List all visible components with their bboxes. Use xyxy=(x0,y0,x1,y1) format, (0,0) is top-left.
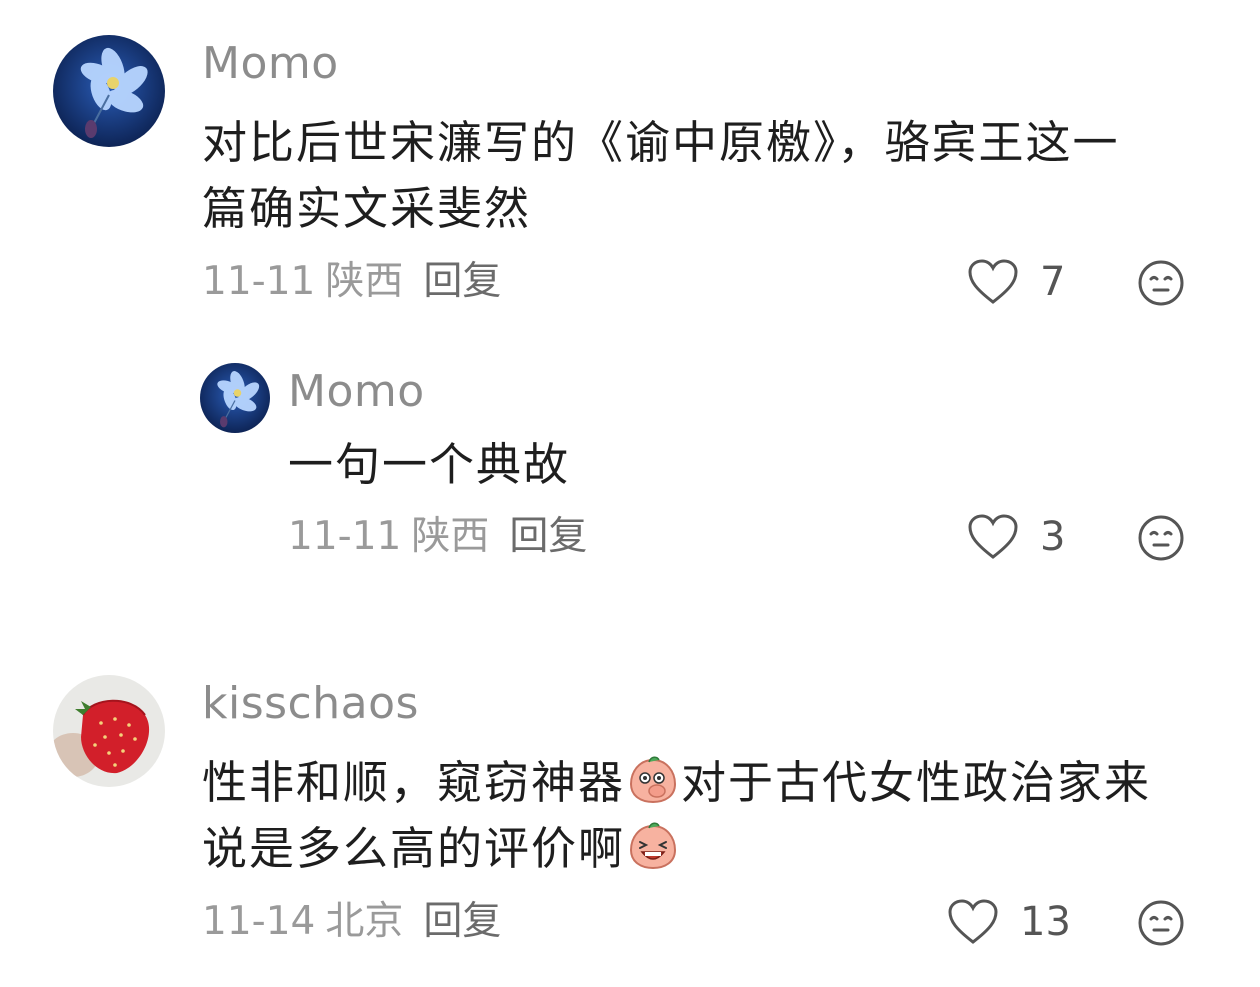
comment-text-line: 性非和顺，窥窃神器 对于古代女性政治家来 xyxy=(202,756,1151,809)
comment-text-segment: 对于古代女性政治家来 xyxy=(681,756,1152,809)
comment-text: 一句一个典故 xyxy=(288,432,1188,498)
comment-item: kisschaos 性非和顺，窥窃神器 对于古代女性政治家来 说是多么高的评价啊… xyxy=(0,660,1260,987)
peach-cover-mouth-emoji xyxy=(627,754,679,806)
comment-location: 陕西 xyxy=(325,259,404,304)
comment-item: Momo 对比后世宋濂写的《谕中原檄》，骆宾王这一 篇确实文采斐然 11-11 … xyxy=(0,0,1260,320)
like-button[interactable]: 13 xyxy=(948,898,1071,946)
avatar[interactable] xyxy=(200,363,270,433)
neutral-face-icon[interactable] xyxy=(1137,899,1185,947)
username[interactable]: Momo xyxy=(202,38,339,90)
comment-meta: 11-11 陕西 回复 xyxy=(202,258,501,306)
comment-location: 陕西 xyxy=(411,514,490,559)
comment-text-line: 一句一个典故 xyxy=(288,438,571,491)
like-count: 13 xyxy=(1020,899,1071,945)
comment-date: 11-14 xyxy=(202,899,316,944)
comment-text-line: 对比后世宋濂写的《谕中原檄》，骆宾王这一 xyxy=(202,116,1120,169)
username[interactable]: Momo xyxy=(288,366,425,418)
reply-comment-item: Momo 一句一个典故 11-11 陕西 回复 3 xyxy=(0,330,1260,590)
heart-outline-icon xyxy=(948,899,998,944)
reply-button[interactable]: 回复 xyxy=(509,513,587,561)
username[interactable]: kisschaos xyxy=(202,678,419,730)
blue-flower-avatar-image xyxy=(200,363,270,433)
reply-button[interactable]: 回复 xyxy=(423,898,501,946)
comment-text-segment: 性非和顺，窥窃神器 xyxy=(202,756,626,809)
comment-meta: 11-14 北京 回复 xyxy=(202,898,501,946)
heart-outline-icon xyxy=(968,259,1018,304)
neutral-face-icon[interactable] xyxy=(1137,514,1185,562)
like-count: 7 xyxy=(1040,259,1066,305)
heart-outline-icon xyxy=(968,514,1018,559)
comment-text-line: 篇确实文采斐然 xyxy=(202,182,532,235)
avatar[interactable] xyxy=(53,675,165,787)
comment-date: 11-11 xyxy=(202,259,316,304)
comment-text: 性非和顺，窥窃神器 对于古代女性政治家来 说是多么高的评价啊 xyxy=(202,750,1242,882)
peach-laughing-emoji xyxy=(627,820,679,872)
strawberry-avatar-image xyxy=(53,675,165,787)
comment-text-segment: 说是多么高的评价啊 xyxy=(202,822,626,875)
comment-text-line: 说是多么高的评价啊 xyxy=(202,822,681,875)
like-button[interactable]: 7 xyxy=(968,258,1065,306)
like-count: 3 xyxy=(1040,514,1066,560)
comment-text: 对比后世宋濂写的《谕中原檄》，骆宾王这一 篇确实文采斐然 xyxy=(202,110,1202,242)
avatar[interactable] xyxy=(53,35,165,147)
reply-button[interactable]: 回复 xyxy=(423,258,501,306)
like-button[interactable]: 3 xyxy=(968,513,1065,561)
comment-date: 11-11 xyxy=(288,514,402,559)
comment-meta: 11-11 陕西 回复 xyxy=(288,513,587,561)
neutral-face-icon[interactable] xyxy=(1137,259,1185,307)
comment-location: 北京 xyxy=(325,899,404,944)
blue-flower-avatar-image xyxy=(53,35,165,147)
